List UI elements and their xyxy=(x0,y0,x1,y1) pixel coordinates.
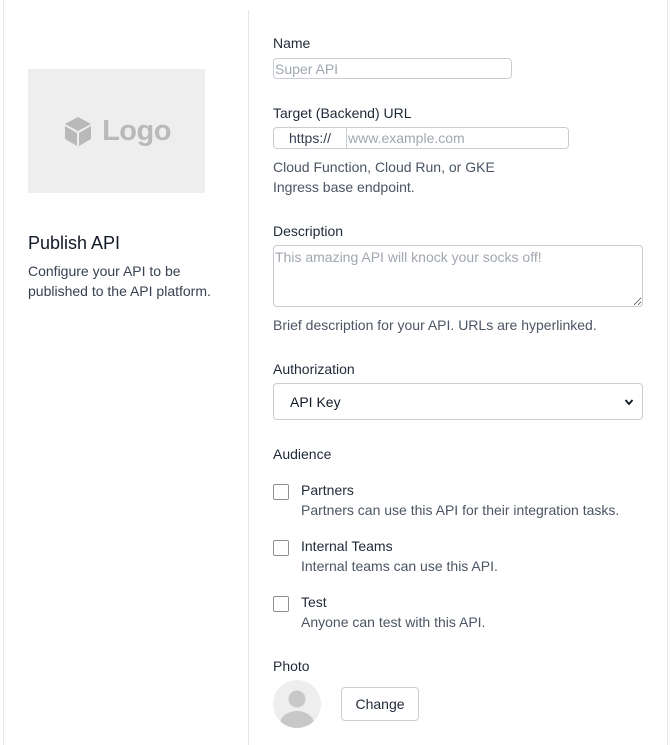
audience-option-title: Test xyxy=(301,594,327,610)
chevron-down-icon xyxy=(624,398,634,405)
page-border-right xyxy=(667,0,668,745)
cube-icon xyxy=(65,117,92,146)
target-url-input[interactable] xyxy=(347,128,568,148)
logo-text: Logo xyxy=(102,114,171,147)
section-divider xyxy=(248,10,249,745)
target-url-label: Target (Backend) URL xyxy=(273,105,412,121)
audience-label: Audience xyxy=(273,446,332,462)
internal-teams-checkbox[interactable] xyxy=(273,540,289,556)
authorization-label: Authorization xyxy=(273,361,355,377)
test-checkbox[interactable] xyxy=(273,596,289,612)
description-help: Brief description for your API. URLs are… xyxy=(273,317,597,333)
change-photo-button[interactable]: Change xyxy=(341,687,419,721)
url-prefix: https:// xyxy=(274,128,347,148)
page-description: Configure your API to be published to th… xyxy=(28,263,211,299)
target-url-help: Cloud Function, Cloud Run, or GKE Ingres… xyxy=(273,159,495,195)
audience-option-title: Internal Teams xyxy=(301,538,393,554)
name-input[interactable] xyxy=(273,58,512,79)
avatar xyxy=(273,680,321,728)
user-avatar-icon xyxy=(280,690,314,728)
audience-option-description: Anyone can test with this API. xyxy=(301,614,486,630)
authorization-selected-value: API Key xyxy=(290,393,341,410)
target-url-field: https:// xyxy=(273,127,569,149)
page-title: Publish API xyxy=(28,233,121,253)
description-textarea[interactable] xyxy=(273,245,643,307)
sidebar: Logo Publish API Configure your API to b… xyxy=(4,0,248,745)
description-label: Description xyxy=(273,223,344,239)
audience-option-description: Partners can use this API for their inte… xyxy=(301,502,620,518)
name-label: Name xyxy=(273,35,311,51)
partners-checkbox[interactable] xyxy=(273,484,289,500)
audience-option-description: Internal teams can use this API. xyxy=(301,558,498,574)
logo-placeholder: Logo xyxy=(28,69,205,193)
audience-option-title: Partners xyxy=(301,482,354,498)
photo-label: Photo xyxy=(273,658,310,674)
authorization-select[interactable]: API Key xyxy=(273,383,643,420)
